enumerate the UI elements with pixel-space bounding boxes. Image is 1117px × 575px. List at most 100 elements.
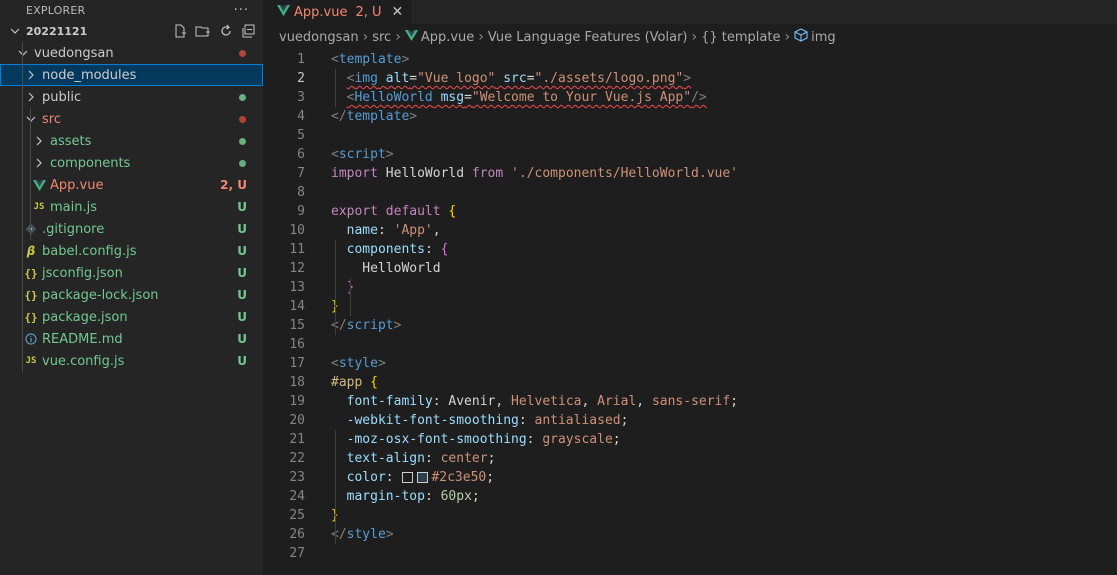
- color-swatch[interactable]: [417, 472, 429, 483]
- code-text: HelloWorld: [331, 261, 441, 276]
- chevron-down-icon: [24, 114, 38, 124]
- vscode-window: EXPLORER ··· 20221121 vuedongsan node_mod…: [0, 0, 1117, 575]
- chevron-down-icon: [8, 26, 22, 36]
- code-line: 26 </style>: [263, 525, 1117, 544]
- tree-item-node-modules[interactable]: node_modules: [0, 64, 263, 86]
- tree-item-src[interactable]: src: [0, 108, 263, 130]
- code-line: 8: [263, 183, 1117, 202]
- breadcrumb-separator: ›: [478, 29, 484, 45]
- line-number: 16: [289, 337, 305, 352]
- code-editor[interactable]: 1 <template> 2 <img alt="Vue logo" src="./…: [263, 50, 1117, 575]
- chevron-right-icon: [24, 70, 38, 80]
- close-icon[interactable]: ✕: [392, 4, 404, 20]
- code-line: 18 #app {: [263, 373, 1117, 392]
- tree-item-gitignore[interactable]: .gitignore U: [0, 218, 263, 240]
- code-line: 27: [263, 544, 1117, 563]
- element-icon: [794, 28, 808, 46]
- line-number: 2: [297, 71, 305, 86]
- js-file-icon: JS: [33, 202, 45, 212]
- line-number: 9: [297, 204, 305, 219]
- breadcrumb-item[interactable]: App.vue: [404, 29, 474, 45]
- breadcrumb-item[interactable]: src: [372, 30, 391, 45]
- code-text: components: {: [346, 242, 449, 257]
- code-line: 17 <style>: [263, 354, 1117, 373]
- breadcrumb: vuedongsan › src › App.vue › Vue Language Feat…: [263, 24, 1117, 50]
- code-text: export default {: [331, 204, 457, 219]
- code-text: text-align: center;: [346, 451, 496, 466]
- indent-guide: [335, 430, 336, 544]
- line-number: 19: [289, 394, 305, 409]
- tree-item-main-js[interactable]: JS main.js U: [0, 196, 263, 218]
- code-text: margin-top: 60px;: [346, 489, 480, 504]
- tab-app-vue[interactable]: App.vue 2, U ✕: [263, 0, 412, 24]
- new-folder-icon[interactable]: [195, 23, 211, 39]
- breadcrumb-label: {} template: [701, 29, 781, 45]
- line-number: 4: [297, 109, 305, 124]
- tree-item-babel-config-js[interactable]: β babel.config.js U: [0, 240, 263, 262]
- git-status-dot: [239, 49, 246, 57]
- tree-item-label: components: [50, 155, 131, 171]
- line-number: 25: [289, 508, 305, 523]
- breadcrumb-item[interactable]: {} template: [701, 30, 780, 45]
- tree-item-readme-md[interactable]: README.md U: [0, 328, 263, 350]
- line-number: 12: [289, 261, 305, 276]
- line-number: 1: [297, 52, 305, 67]
- workspace-root[interactable]: 20221121: [0, 20, 263, 42]
- git-status-badge: U: [237, 332, 247, 346]
- git-status-dot: [239, 115, 246, 123]
- tree-item-vue-config-js[interactable]: JS vue.config.js U: [0, 350, 263, 372]
- code-line: 14}: [263, 297, 1117, 316]
- tree-item-label: node_modules: [42, 67, 137, 83]
- code-text: <HelloWorld msg="Welcome to Your Vue.js …: [346, 90, 707, 105]
- line-number: 21: [289, 432, 305, 447]
- tree-item-label: jsconfig.json: [42, 265, 123, 281]
- indent-guide: [335, 240, 336, 335]
- tree-item-label: assets: [50, 133, 92, 149]
- line-number: 6: [297, 147, 305, 162]
- code-line: 3 <HelloWorld msg="Welcome to Your Vue.j…: [263, 88, 1117, 107]
- tree-item-package-json[interactable]: {} package.json U: [0, 306, 263, 328]
- line-number: 24: [289, 489, 305, 504]
- color-swatch[interactable]: [402, 472, 414, 483]
- breadcrumb-label: Vue Language Features (Volar): [487, 29, 688, 45]
- tree-item-assets[interactable]: assets: [0, 130, 263, 152]
- breadcrumb-label: src: [372, 29, 392, 45]
- tree-item-label: package.json: [42, 309, 128, 325]
- tree-item-label: vuedongsan: [34, 45, 114, 61]
- code-line: 20 -webkit-font-smoothing: antialiased;: [263, 411, 1117, 430]
- json-file-icon: {}: [24, 266, 38, 280]
- git-status-badge: U: [237, 266, 247, 280]
- code-text: color: #2c3e50;: [346, 470, 495, 485]
- code-text: font-family: Avenir, Helvetica, Arial, s…: [346, 394, 739, 409]
- code-line: 11 components: {: [263, 240, 1117, 259]
- breadcrumb-item[interactable]: vuedongsan: [279, 30, 359, 45]
- breadcrumb-separator: ›: [784, 29, 791, 45]
- git-status-badge: U: [237, 244, 247, 258]
- tree-item-label: babel.config.js: [42, 243, 137, 259]
- tree-item-package-lock-json[interactable]: {} package-lock.json U: [0, 284, 263, 306]
- code-text: <template>: [331, 52, 410, 67]
- tree-item-components[interactable]: components: [0, 152, 263, 174]
- code-text: <img alt="Vue logo" src="./assets/logo.p…: [346, 71, 692, 86]
- line-number: 17: [289, 356, 305, 371]
- breadcrumb-item[interactable]: Vue Language Features (Volar): [488, 30, 688, 45]
- more-actions-icon[interactable]: ···: [234, 3, 249, 18]
- code-line: 10 name: 'App',: [263, 221, 1117, 240]
- tree-item-vuedongsan[interactable]: vuedongsan: [0, 42, 263, 64]
- refresh-icon[interactable]: [218, 23, 234, 39]
- collapse-all-icon[interactable]: [241, 23, 257, 39]
- file-tree: vuedongsan node_modulespublic src assets com…: [0, 42, 263, 372]
- git-file-icon: [24, 222, 38, 236]
- line-number: 20: [289, 413, 305, 428]
- babel-file-icon: β: [26, 244, 36, 258]
- tree-item-app-vue[interactable]: App.vue 2, U: [0, 174, 263, 196]
- git-status-dot: [239, 137, 246, 145]
- code-line: 15 </script>: [263, 316, 1117, 335]
- code-text: </style>: [331, 527, 394, 542]
- new-file-icon[interactable]: [172, 23, 188, 39]
- breadcrumb-separator: ›: [395, 29, 401, 45]
- tree-item-public[interactable]: public: [0, 86, 263, 108]
- breadcrumb-item[interactable]: img: [794, 28, 836, 46]
- vue-file-icon: [32, 178, 46, 192]
- tree-item-jsconfig-json[interactable]: {} jsconfig.json U: [0, 262, 263, 284]
